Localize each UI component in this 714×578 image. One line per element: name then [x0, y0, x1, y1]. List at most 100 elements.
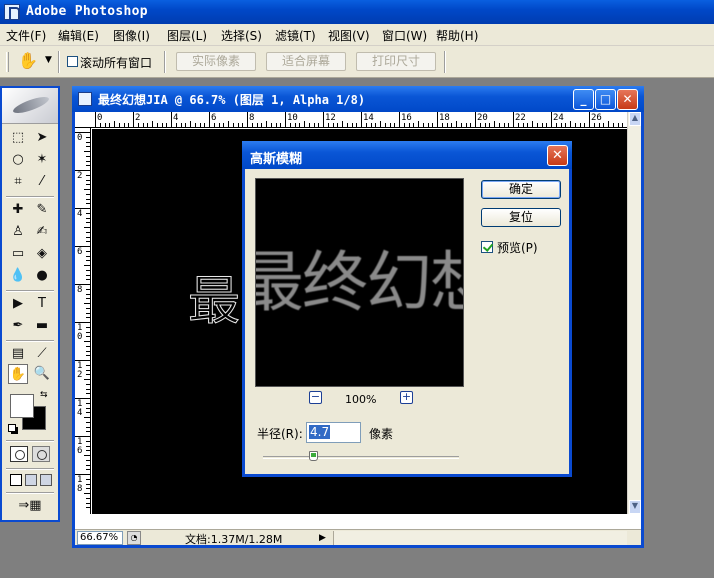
ruler-top-tick: [565, 123, 567, 128]
status-info-icon[interactable]: ◔: [127, 531, 141, 545]
menu-file[interactable]: 文件(F): [6, 27, 46, 44]
zoom-out-button[interactable]: −: [309, 391, 322, 404]
rectangle-tool-icon[interactable]: ▬: [32, 316, 52, 336]
notes-tool-icon[interactable]: ▤: [8, 344, 28, 364]
options-bar-grip[interactable]: [6, 52, 9, 72]
preview-checkbox[interactable]: [481, 241, 493, 253]
radius-slider-thumb[interactable]: [309, 451, 318, 461]
scroll-down-button[interactable]: ▼: [629, 500, 641, 514]
ruler-left-tick: [84, 455, 91, 456]
history-brush-tool-icon[interactable]: ✍: [32, 222, 52, 242]
standard-mode-button[interactable]: [10, 446, 28, 462]
vertical-scrollbar[interactable]: ▲ ▼: [627, 112, 641, 514]
paint-bucket-tool-icon[interactable]: ◈: [32, 244, 52, 264]
menu-image[interactable]: 图像(I): [113, 27, 150, 44]
full-screen-menu-mode-button[interactable]: [25, 474, 37, 486]
foreground-color-swatch[interactable]: [10, 394, 34, 418]
ruler-left-tick: [86, 497, 91, 499]
horizontal-scrollbar[interactable]: [333, 531, 627, 545]
zoom-tool-icon[interactable]: 🔍: [32, 364, 52, 384]
minimize-button[interactable]: _: [573, 89, 594, 110]
standard-screen-mode-button[interactable]: [10, 474, 22, 486]
tool-separator: [6, 290, 54, 292]
ruler-left-tick: [75, 474, 91, 475]
blur-tool-icon[interactable]: 💧: [8, 266, 28, 286]
ruler-left-tick: [86, 469, 91, 471]
path-selection-tool-icon[interactable]: ▶: [8, 294, 28, 314]
menu-help[interactable]: 帮助(H): [436, 27, 478, 44]
quick-mask-mode-button[interactable]: [32, 446, 50, 462]
radius-slider-track[interactable]: [263, 456, 459, 459]
zoom-level-field[interactable]: 66.67%: [77, 531, 123, 545]
healing-brush-tool-icon[interactable]: ✚: [8, 200, 28, 220]
magic-wand-tool-icon[interactable]: ✶: [32, 150, 52, 170]
menu-layer[interactable]: 图层(L): [167, 27, 207, 44]
menu-edit[interactable]: 编辑(E): [58, 27, 99, 44]
ruler-top-tick: [527, 123, 529, 128]
reset-button[interactable]: 复位: [481, 208, 561, 227]
dialog-close-button[interactable]: ✕: [547, 145, 568, 166]
hand-tool-icon[interactable]: ✋: [8, 364, 28, 384]
ruler-left-tick: [86, 345, 91, 347]
type-tool-icon[interactable]: T: [32, 294, 52, 314]
menu-window[interactable]: 窗口(W): [382, 27, 427, 44]
ruler-top-tick: [308, 123, 310, 128]
ruler-left-tick: [86, 136, 91, 138]
slice-tool-icon[interactable]: ⁄: [32, 172, 52, 192]
actual-pixels-button[interactable]: 实际像素: [176, 52, 256, 71]
jump-to-imageready-icon[interactable]: ⇒▦: [8, 496, 52, 516]
feather-logo-icon: [2, 88, 58, 124]
ruler-left-tick: [86, 255, 91, 257]
vertical-ruler[interactable]: 0 2 4 6 8 10 12 14 16 18: [75, 128, 91, 514]
horizontal-ruler[interactable]: 0 2 4 6 8 10 12 14 16 18 20 22 24 26: [75, 112, 641, 128]
ruler-left-tick: [86, 293, 91, 295]
ruler-top-tick: [251, 123, 253, 128]
ruler-left-tick: [84, 417, 91, 418]
ruler-left-tick: [86, 331, 91, 333]
ruler-top-tick: [503, 123, 505, 128]
ruler-top-tick: [380, 121, 381, 128]
eraser-tool-icon[interactable]: ▭: [8, 244, 28, 264]
marquee-tool-icon[interactable]: ⬚: [8, 128, 28, 148]
menu-select[interactable]: 选择(S): [221, 27, 262, 44]
zoom-in-button[interactable]: +: [400, 391, 413, 404]
hand-tool-preset-icon[interactable]: ✋: [18, 53, 38, 69]
close-button[interactable]: ✕: [617, 89, 638, 110]
filter-preview-pane[interactable]: 最终幻想: [255, 178, 464, 387]
ruler-left-tick: [86, 355, 91, 357]
ok-button[interactable]: 确定: [481, 180, 561, 199]
ruler-top-tick: [365, 123, 367, 128]
crop-tool-icon[interactable]: ⌗: [8, 172, 28, 192]
eyedropper-tool-icon[interactable]: ⟋: [32, 344, 52, 364]
brush-tool-icon[interactable]: ✎: [32, 200, 52, 220]
dialog-title-bar[interactable]: 高斯模糊 ✕: [242, 141, 572, 169]
radius-input[interactable]: 4.7: [306, 422, 361, 443]
lasso-tool-icon[interactable]: ○: [8, 150, 28, 170]
ruler-left-tick: [86, 193, 91, 195]
document-title-bar[interactable]: 最终幻想JIA @ 66.7% (图层 1, Alpha 1/8) _ □ ✕: [72, 86, 644, 112]
move-tool-icon[interactable]: ➤: [32, 128, 52, 148]
full-screen-mode-button[interactable]: [40, 474, 52, 486]
menu-view[interactable]: 视图(V): [328, 27, 370, 44]
maximize-button[interactable]: □: [595, 89, 616, 110]
scroll-up-button[interactable]: ▲: [629, 112, 641, 126]
scroll-all-windows-checkbox[interactable]: [67, 56, 78, 67]
chevron-down-icon[interactable]: ▼: [45, 55, 52, 65]
ruler-top-tick: [441, 123, 443, 128]
ruler-top-tick: [451, 123, 453, 128]
pen-tool-icon[interactable]: ✒: [8, 316, 28, 336]
fit-screen-button[interactable]: 适合屏幕: [266, 52, 346, 71]
status-menu-arrow-icon[interactable]: ▶: [319, 531, 331, 545]
ruler-top-tick: [209, 112, 210, 128]
ruler-left-label: 0: [77, 133, 83, 143]
dodge-tool-icon[interactable]: ●: [32, 266, 52, 286]
options-separator: [444, 51, 446, 73]
default-colors-icon[interactable]: [8, 424, 18, 434]
ruler-left-tick: [86, 464, 91, 466]
clone-stamp-tool-icon[interactable]: ♙: [8, 222, 28, 242]
swap-colors-icon[interactable]: ⇆: [40, 390, 48, 400]
print-size-button[interactable]: 打印尺寸: [356, 52, 436, 71]
ruler-top-tick: [99, 123, 101, 128]
ruler-top-tick: [494, 121, 495, 128]
menu-filter[interactable]: 滤镜(T): [275, 27, 316, 44]
